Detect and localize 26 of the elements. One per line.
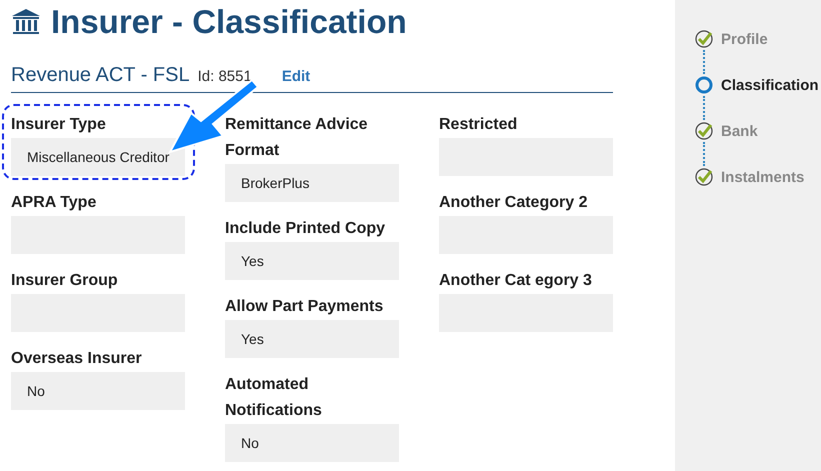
field-label: Another Cat egory 3: [439, 271, 593, 291]
field-label: Insurer Group: [11, 271, 119, 291]
field-label: APRA Type: [11, 193, 98, 213]
step-label[interactable]: Bank: [721, 122, 758, 140]
field-label: Allow Part Payments: [225, 297, 384, 317]
field-label: Restricted: [439, 115, 518, 135]
field-label: Another Category 2: [439, 193, 588, 213]
record-name: Revenue ACT - FSL: [11, 64, 190, 87]
field-label: Include Printed Copy: [225, 219, 386, 239]
step-label[interactable]: Profile: [721, 30, 768, 48]
field-label: Insurer Type: [11, 115, 107, 135]
page-title: Insurer - Classification: [51, 3, 407, 41]
field-value: No: [11, 372, 185, 410]
record-id: Id: 8551: [198, 68, 252, 85]
field-value: Yes: [225, 320, 399, 358]
bank-icon: [11, 8, 41, 36]
field-value: Miscellaneous Creditor: [11, 138, 185, 176]
edit-link[interactable]: Edit: [282, 68, 310, 85]
field-value: BrokerPlus: [225, 164, 399, 202]
field-value: Yes: [225, 242, 399, 280]
field-value: No: [225, 424, 399, 462]
field-label: Overseas Insurer: [11, 349, 143, 369]
step-label[interactable]: Instalments: [721, 168, 804, 186]
field-label: Automated Notifications: [225, 375, 323, 421]
field-label: Remittance Advice Format: [225, 115, 369, 161]
step-label[interactable]: Classification: [721, 76, 819, 94]
